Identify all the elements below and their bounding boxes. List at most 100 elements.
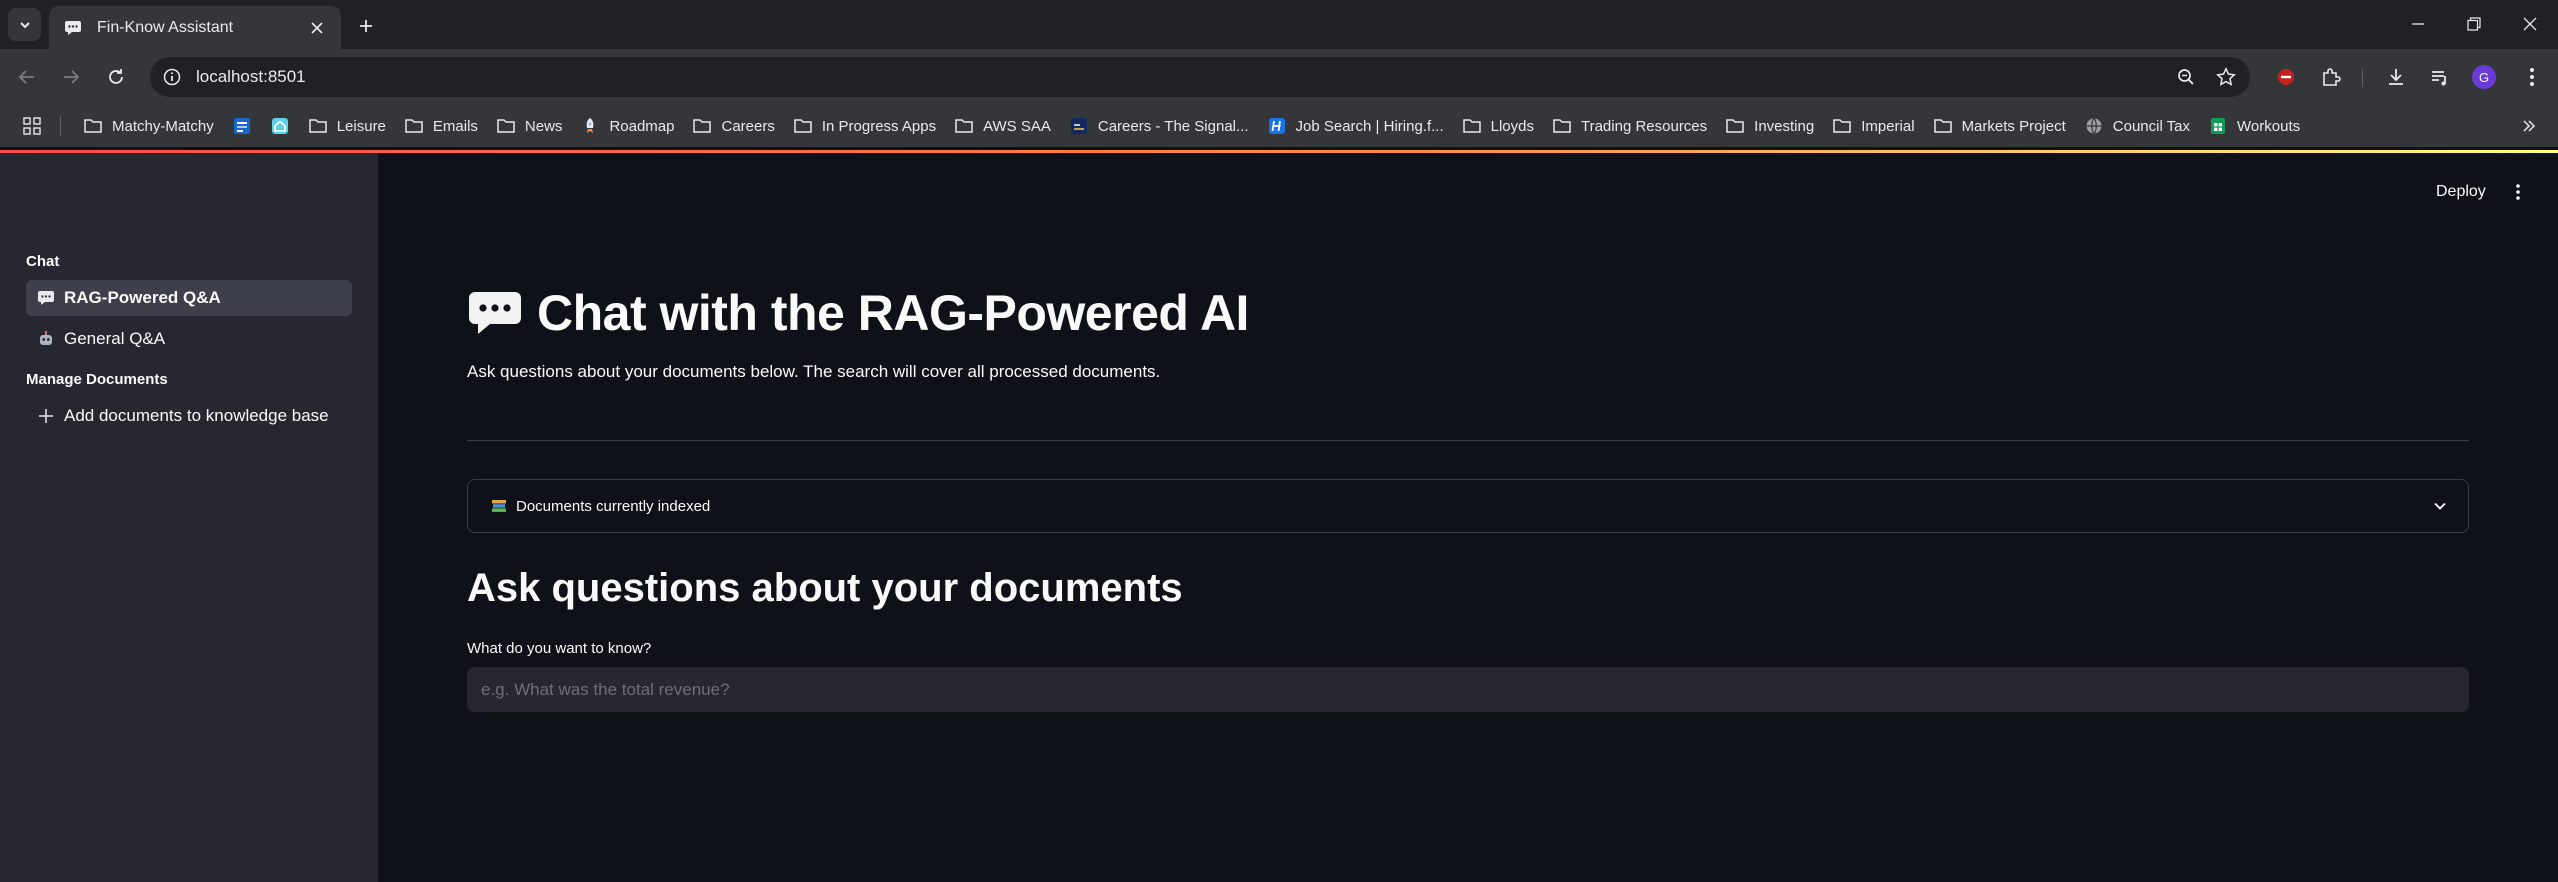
arrow-right-icon <box>64 70 80 84</box>
close-icon[interactable] <box>305 16 329 40</box>
sidebar-item-label: Add documents to knowledge base <box>64 406 329 425</box>
chevron-down-icon <box>2428 494 2452 518</box>
tab-search-button[interactable] <box>8 8 41 41</box>
bookmark-item[interactable]: Lloyds <box>1454 111 1542 141</box>
address-bar[interactable]: localhost:8501 <box>150 57 2250 97</box>
home-icon <box>270 116 290 136</box>
extension-blocker-icon[interactable] <box>2270 61 2302 93</box>
bookmark-label: Roadmap <box>609 117 675 135</box>
bookmark-item[interactable]: Job Search | Hiring.f... <box>1259 111 1452 141</box>
folder-icon <box>83 116 103 136</box>
globe-icon <box>2084 116 2104 136</box>
bookmark-item[interactable]: In Progress Apps <box>785 111 944 141</box>
restore-icon <box>2467 17 2481 31</box>
page-title: Chat with the RAG-Powered AI <box>467 284 1249 342</box>
chevron-down-icon <box>19 21 30 28</box>
site-icon-blue <box>232 116 252 136</box>
back-button[interactable] <box>11 61 43 93</box>
books-icon <box>490 497 508 515</box>
folder-icon <box>1552 116 1572 136</box>
browser-tab-active[interactable]: Fin-Know Assistant <box>49 6 341 49</box>
question-input-label: What do you want to know? <box>467 640 652 657</box>
question-input[interactable] <box>467 667 2469 712</box>
bookmark-item[interactable]: Markets Project <box>1925 111 2074 141</box>
bookmarks-separator <box>60 116 61 136</box>
page-title-text: Chat with the RAG-Powered AI <box>537 285 1249 341</box>
bookmark-item[interactable]: Workouts <box>2200 111 2308 141</box>
tab-title: Fin-Know Assistant <box>97 18 234 36</box>
profile-avatar[interactable]: G <box>2468 61 2500 93</box>
more-bookmarks-icon[interactable] <box>2514 111 2544 141</box>
sidebar-item-rag-qa[interactable]: RAG-Powered Q&A <box>26 280 352 316</box>
page-subtitle: Ask questions about your documents below… <box>467 362 1161 381</box>
robot-icon <box>36 329 56 349</box>
bookmark-item[interactable]: Trading Resources <box>1544 111 1715 141</box>
expander-label: Documents currently indexed <box>516 497 711 515</box>
bookmark-label: Leisure <box>336 117 386 135</box>
arrow-left-icon <box>18 70 34 84</box>
speech-bubble-icon <box>467 291 523 335</box>
bookmark-label: Workouts <box>2237 117 2301 135</box>
bookmark-label: Matchy-Matchy <box>112 117 214 135</box>
close-window-button[interactable] <box>2508 8 2552 40</box>
bookmark-item[interactable]: Emails <box>396 111 486 141</box>
folder-icon <box>1725 116 1745 136</box>
bookmark-item[interactable]: Leisure <box>300 111 394 141</box>
forward-button[interactable] <box>55 61 87 93</box>
minimize-button[interactable] <box>2396 8 2440 40</box>
bookmarks-bar: Matchy-Matchy Leisure Emails News Roadmap Car… <box>0 105 2558 147</box>
extensions-puzzle-icon[interactable] <box>2315 61 2347 93</box>
downloads-icon[interactable] <box>2380 61 2412 93</box>
plus-icon <box>36 406 56 426</box>
bookmark-item[interactable]: Careers - The Signal... <box>1061 111 1257 141</box>
sidebar-section-chat: Chat <box>26 253 60 270</box>
new-tab-button[interactable] <box>352 12 380 40</box>
folder-icon <box>1933 116 1953 136</box>
zoom-icon[interactable] <box>2170 61 2202 93</box>
bookmark-label: Emails <box>432 117 478 135</box>
folder-icon <box>954 116 974 136</box>
site-info-icon[interactable] <box>156 61 188 93</box>
bookmark-item[interactable]: AWS SAA <box>946 111 1059 141</box>
bookmark-item[interactable]: Investing <box>1717 111 1822 141</box>
deploy-button[interactable]: Deploy <box>2424 176 2498 208</box>
restore-button[interactable] <box>2452 8 2496 40</box>
bookmark-label: AWS SAA <box>983 117 1051 135</box>
bookmark-star-icon[interactable] <box>2210 61 2242 93</box>
profile-initial: G <box>2478 69 2490 85</box>
sidebar-item-label: RAG-Powered Q&A <box>64 288 221 307</box>
folder-icon <box>793 116 813 136</box>
folder-icon <box>692 116 712 136</box>
bookmark-label: Lloyds <box>1490 117 1534 135</box>
bookmark-label: Careers - The Signal... <box>1097 117 1249 135</box>
folder-icon <box>404 116 424 136</box>
media-control-icon[interactable] <box>2424 61 2456 93</box>
sidebar-item-general-qa[interactable]: General Q&A <box>26 321 352 357</box>
sidebar-item-add-documents[interactable]: Add documents to knowledge base <box>26 398 352 434</box>
bookmark-item[interactable]: Roadmap <box>572 111 682 141</box>
bookmark-item[interactable] <box>262 111 298 141</box>
bookmark-item[interactable] <box>224 111 260 141</box>
folder-icon <box>496 116 516 136</box>
reload-button[interactable] <box>100 61 132 93</box>
bookmark-item[interactable]: Matchy-Matchy <box>75 111 222 141</box>
bookmark-label: News <box>524 117 563 135</box>
section-heading: Ask questions about your documents <box>467 566 1183 610</box>
browser-menu-icon[interactable] <box>2516 61 2548 93</box>
divider <box>467 440 2469 441</box>
browser-tabstrip: Fin-Know Assistant <box>0 0 2558 49</box>
bookmark-label: Trading Resources <box>1580 117 1708 135</box>
documents-indexed-expander[interactable]: Documents currently indexed <box>467 479 2469 533</box>
sidebar-item-label: General Q&A <box>64 329 166 348</box>
bookmark-item[interactable]: News <box>488 111 571 141</box>
folder-icon <box>308 116 328 136</box>
bookmark-item[interactable]: Careers <box>684 111 782 141</box>
app-menu-icon[interactable] <box>2502 176 2534 208</box>
minimize-icon <box>2412 23 2424 25</box>
speech-bubble-icon <box>36 288 56 308</box>
folder-icon <box>1462 116 1482 136</box>
site-icon-navy <box>1069 116 1089 136</box>
bookmark-item[interactable]: Imperial <box>1824 111 1922 141</box>
bookmark-item[interactable]: Council Tax <box>2076 111 2198 141</box>
apps-grid-icon[interactable] <box>18 112 46 140</box>
